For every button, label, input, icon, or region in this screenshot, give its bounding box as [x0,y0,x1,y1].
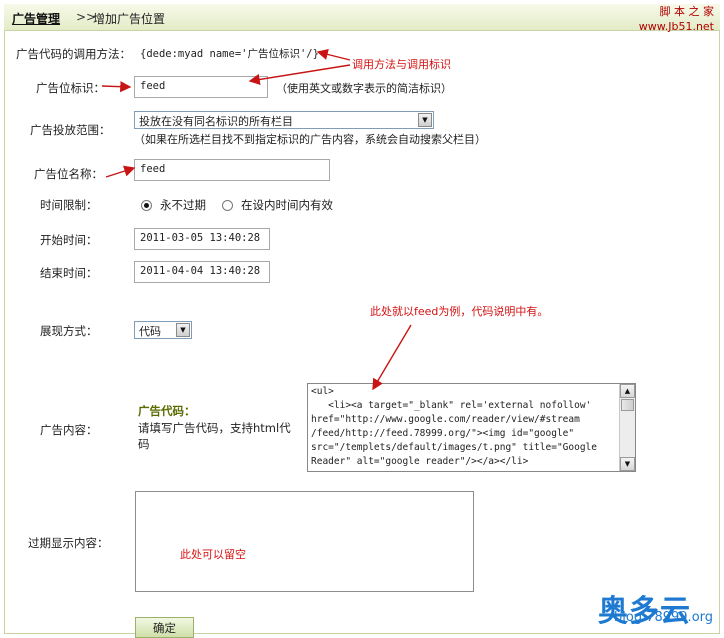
arrow-to-ad-tag [248,64,351,85]
arrow-to-name-input [105,165,136,178]
annotation-arrows [101,48,412,391]
arrow-to-call-method [316,48,351,61]
arrow-to-tag-input [101,81,132,93]
arrow-to-code [372,324,412,391]
watermark-site: blog.78999.org [614,610,714,625]
